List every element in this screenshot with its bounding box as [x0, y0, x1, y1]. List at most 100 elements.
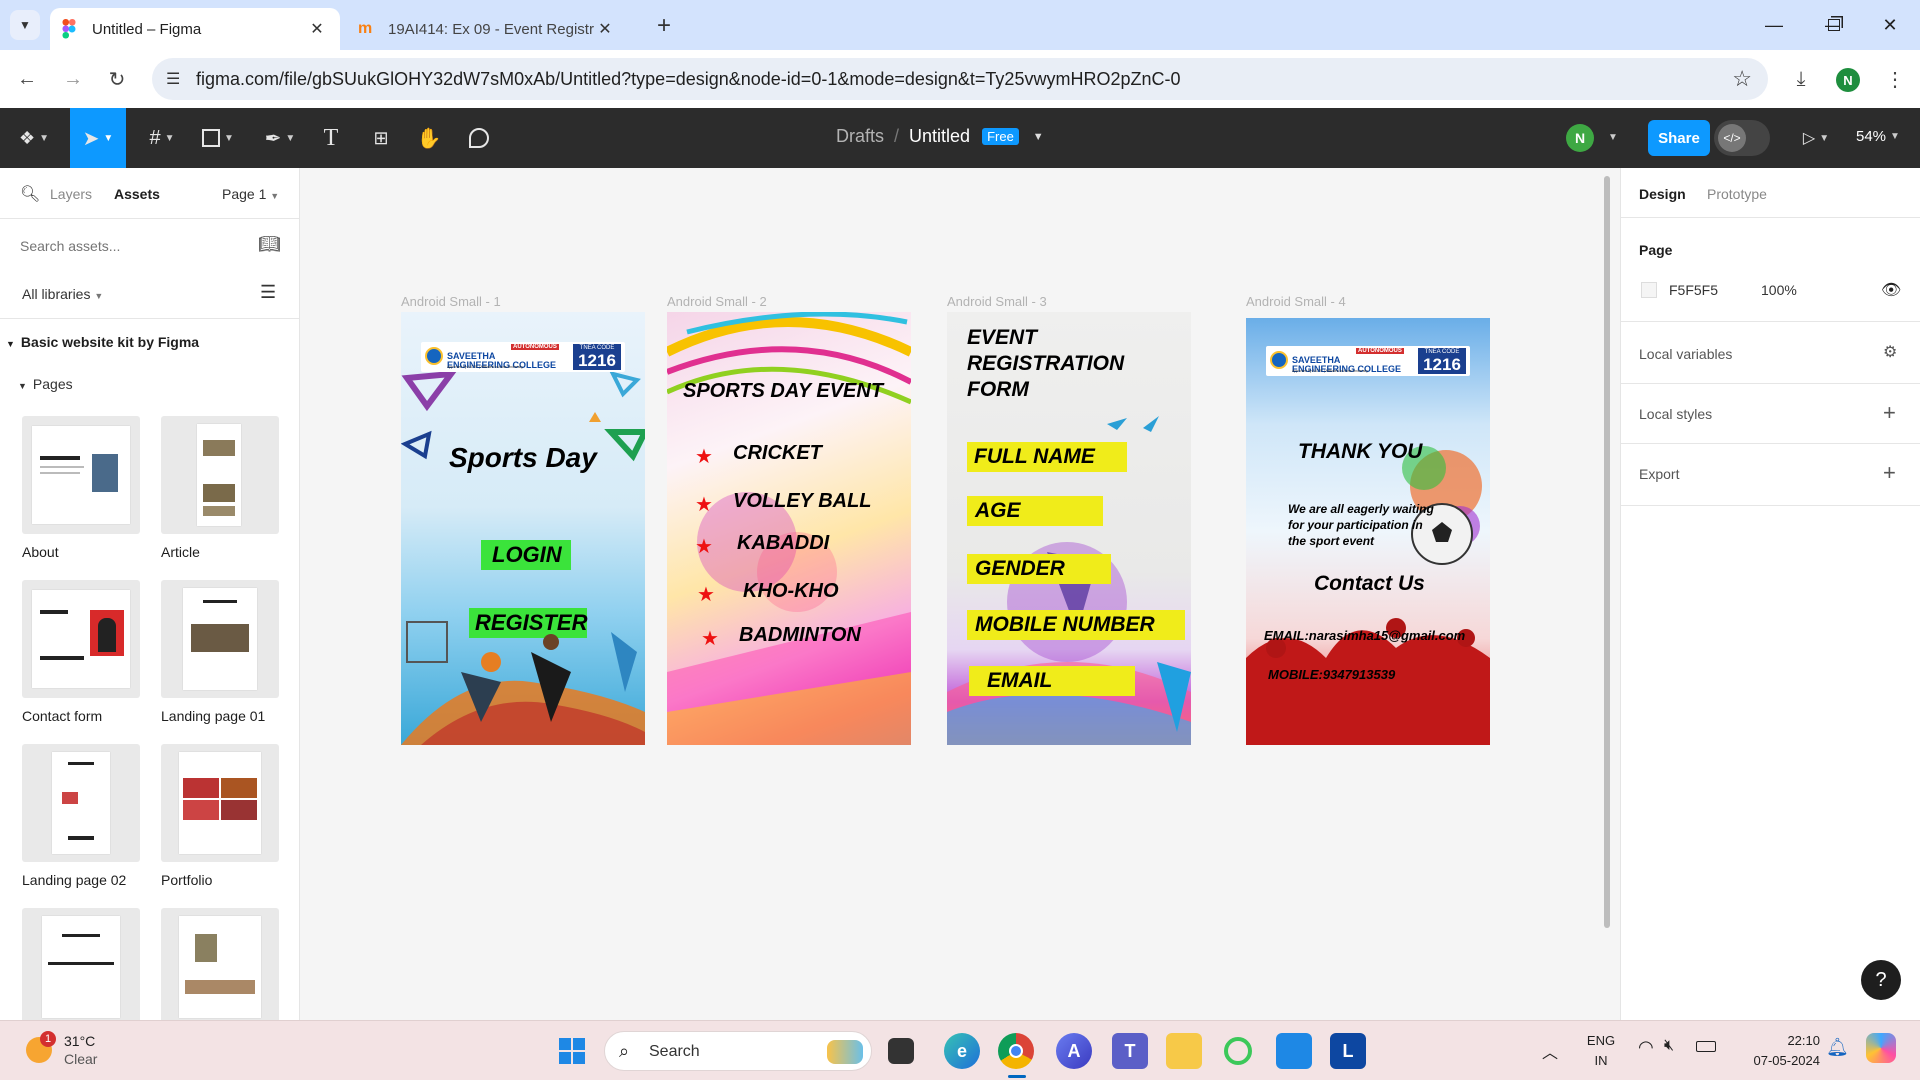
tab-event-registration[interactable]: m 19AI414: Ex 09 - Event Registrat ✕: [344, 8, 630, 50]
chrome-icon[interactable]: [998, 1033, 1034, 1069]
dev-mode-toggle[interactable]: </>: [1714, 120, 1770, 156]
asset-thumbnail-article[interactable]: [161, 416, 279, 534]
move-tool[interactable]: ➤ ▼: [70, 108, 126, 168]
libraries-filter[interactable]: All libraries ▼: [22, 286, 103, 302]
asset-thumbnail-landing-page-02[interactable]: [22, 744, 140, 862]
forward-button[interactable]: →: [56, 62, 90, 96]
language-indicator[interactable]: ENG IN: [1586, 1031, 1616, 1071]
main-menu-button[interactable]: ❖ ▼: [14, 122, 54, 154]
design-canvas[interactable]: Android Small - 1 AUTONOMOUS SAVEETHA EN…: [300, 168, 1620, 1020]
battery-icon[interactable]: [1696, 1041, 1716, 1052]
teams-icon[interactable]: T: [1112, 1033, 1148, 1069]
window-minimize-button[interactable]: —: [1754, 8, 1794, 42]
frame-label[interactable]: Android Small - 3: [947, 294, 1047, 309]
tab-design[interactable]: Design: [1639, 186, 1686, 202]
chevron-down-icon[interactable]: ▼: [1608, 132, 1618, 143]
shape-tool[interactable]: ▼: [196, 122, 240, 154]
tab-search-button[interactable]: ▼: [10, 10, 40, 40]
color-swatch[interactable]: [1641, 282, 1657, 298]
canvas-scrollbar[interactable]: [1604, 176, 1610, 928]
window-restore-btn[interactable]: [1814, 8, 1854, 42]
ring-app-icon[interactable]: [1220, 1033, 1256, 1069]
frame-tool[interactable]: # ▼: [140, 122, 184, 154]
list-view-icon[interactable]: ☰: [260, 282, 276, 303]
chevron-down-icon[interactable]: ▼: [1033, 131, 1044, 143]
library-book-icon[interactable]: 📖︎: [258, 234, 281, 255]
add-export-icon[interactable]: +: [1883, 460, 1896, 486]
comment-tool[interactable]: [464, 122, 494, 154]
breadcrumb-drafts[interactable]: Drafts: [836, 126, 884, 147]
eye-icon[interactable]: 👁︎: [1881, 280, 1901, 300]
text-tool[interactable]: T: [316, 122, 346, 154]
chevron-up-icon[interactable]: ︿: [1542, 1039, 1558, 1063]
new-tab-button[interactable]: +: [650, 12, 678, 40]
wifi-icon[interactable]: ◠: [1638, 1037, 1654, 1058]
user-avatar[interactable]: N: [1566, 124, 1594, 152]
local-styles-section[interactable]: Local styles +: [1621, 384, 1920, 444]
file-name[interactable]: Untitled: [909, 126, 970, 147]
asset-thumbnail-pricing[interactable]: [22, 908, 140, 1020]
tab-prototype[interactable]: Prototype: [1707, 186, 1767, 202]
weather-widget[interactable]: 1 31°C Clear: [20, 1031, 140, 1071]
share-button[interactable]: Share: [1648, 120, 1710, 156]
frame-android-small-2[interactable]: SPORTS DAY EVENT ★ CRICKET ★ VOLLEY BALL…: [667, 312, 911, 745]
file-explorer-icon[interactable]: [1166, 1033, 1202, 1069]
present-button[interactable]: ▷ ▼: [1796, 122, 1836, 154]
frame-label[interactable]: Android Small - 1: [401, 294, 501, 309]
frame-android-small-3[interactable]: EVENT REGISTRATION FORM FULL NAME AGE GE…: [947, 312, 1191, 745]
frame-label[interactable]: Android Small - 4: [1246, 294, 1346, 309]
asset-thumbnail-blog[interactable]: [161, 908, 279, 1020]
l-app-icon[interactable]: L: [1330, 1033, 1366, 1069]
start-button[interactable]: [554, 1033, 590, 1069]
volume-muted-icon[interactable]: 🔇︎: [1664, 1037, 1674, 1055]
background-color-value[interactable]: F5F5F5: [1669, 282, 1718, 298]
hand-tool[interactable]: ✋: [414, 122, 444, 154]
resources-tool[interactable]: ⊞: [366, 122, 396, 154]
asset-thumbnail-landing-page-01[interactable]: [161, 580, 279, 698]
copilot-icon[interactable]: [1866, 1033, 1896, 1063]
zoom-menu[interactable]: 54% ▼: [1856, 128, 1900, 145]
window-close-button[interactable]: ✕: [1870, 8, 1910, 42]
variables-icon[interactable]: ⚙︎: [1883, 342, 1897, 362]
close-tab-icon[interactable]: ✕: [306, 19, 328, 39]
taskbar-search[interactable]: ⌕ Search: [604, 1031, 872, 1071]
downloads-button[interactable]: ⤓: [1784, 62, 1818, 96]
pages-group-header[interactable]: ▼ Pages: [18, 376, 73, 392]
tab-figma[interactable]: Untitled – Figma ✕: [50, 8, 340, 50]
notification-bell-icon[interactable]: 🔔︎: [1826, 1037, 1849, 1058]
profile-avatar[interactable]: N: [1836, 68, 1860, 92]
library-header[interactable]: ▼ Basic website kit by Figma: [6, 334, 199, 350]
store-icon[interactable]: [1276, 1033, 1312, 1069]
search-assets-input[interactable]: [20, 234, 240, 258]
background-opacity-value[interactable]: 100%: [1761, 282, 1797, 298]
export-section[interactable]: Export +: [1621, 444, 1920, 506]
right-panel: Design Prototype Page F5F5F5 100% 👁︎ Loc…: [1620, 168, 1920, 1020]
frame-android-small-1[interactable]: AUTONOMOUS SAVEETHA ENGINEERING COLLEGE …: [401, 312, 645, 745]
task-view-icon[interactable]: [888, 1038, 914, 1064]
url-text[interactable]: figma.com/file/gbSUukGlOHY32dW7sM0xAb/Un…: [196, 69, 1180, 90]
back-button[interactable]: ←: [10, 62, 44, 96]
bookmark-star-icon[interactable]: ☆: [1732, 66, 1752, 92]
asset-thumbnail-contact-form[interactable]: [22, 580, 140, 698]
help-button[interactable]: ?: [1861, 960, 1901, 1000]
add-style-icon[interactable]: +: [1883, 400, 1896, 426]
edge-icon[interactable]: e: [944, 1033, 980, 1069]
page-selector[interactable]: Page 1 ▼: [222, 186, 279, 202]
search-icon[interactable]: 🔍︎: [20, 184, 40, 204]
asset-thumbnail-portfolio[interactable]: [161, 744, 279, 862]
browser-menu-button[interactable]: ⋮: [1878, 62, 1912, 96]
address-bar[interactable]: ☰ figma.com/file/gbSUukGlOHY32dW7sM0xAb/…: [152, 58, 1768, 100]
tab-assets[interactable]: Assets: [114, 186, 160, 202]
local-variables-section[interactable]: Local variables ⚙︎: [1621, 322, 1920, 384]
asset-thumbnail-about[interactable]: [22, 416, 140, 534]
site-settings-icon[interactable]: ☰: [166, 69, 180, 89]
tab-layers[interactable]: Layers: [50, 186, 92, 202]
frame-label[interactable]: Android Small - 2: [667, 294, 767, 309]
clock[interactable]: 22:10 07-05-2024: [1730, 1031, 1821, 1071]
reload-button[interactable]: ↻: [100, 62, 134, 96]
vpn-icon[interactable]: A: [1056, 1033, 1092, 1069]
close-tab-icon[interactable]: ✕: [594, 19, 616, 39]
pen-tool[interactable]: ✒ ▼: [258, 122, 302, 154]
frame-android-small-4[interactable]: AUTONOMOUS SAVEETHA ENGINEERING COLLEGE …: [1246, 318, 1490, 745]
event-item: KHO-KHO: [743, 580, 839, 602]
